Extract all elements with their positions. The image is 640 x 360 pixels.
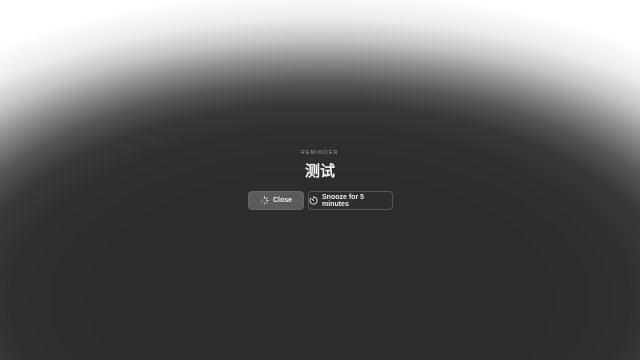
timer-icon <box>309 196 318 205</box>
close-button-label: Close <box>272 197 293 204</box>
snooze-button-label: Snooze for 5 minutes <box>322 193 365 208</box>
reminder-overlay: REMINDER 测试 Close Snooze for 5 minutes <box>0 0 640 360</box>
loading-spinner-icon <box>260 196 269 205</box>
reminder-title: 测试 <box>304 162 335 180</box>
reminder-kicker: REMINDER <box>301 150 339 156</box>
close-button[interactable]: Close <box>248 191 304 210</box>
snooze-button[interactable]: Snooze for 5 minutes <box>308 191 393 210</box>
